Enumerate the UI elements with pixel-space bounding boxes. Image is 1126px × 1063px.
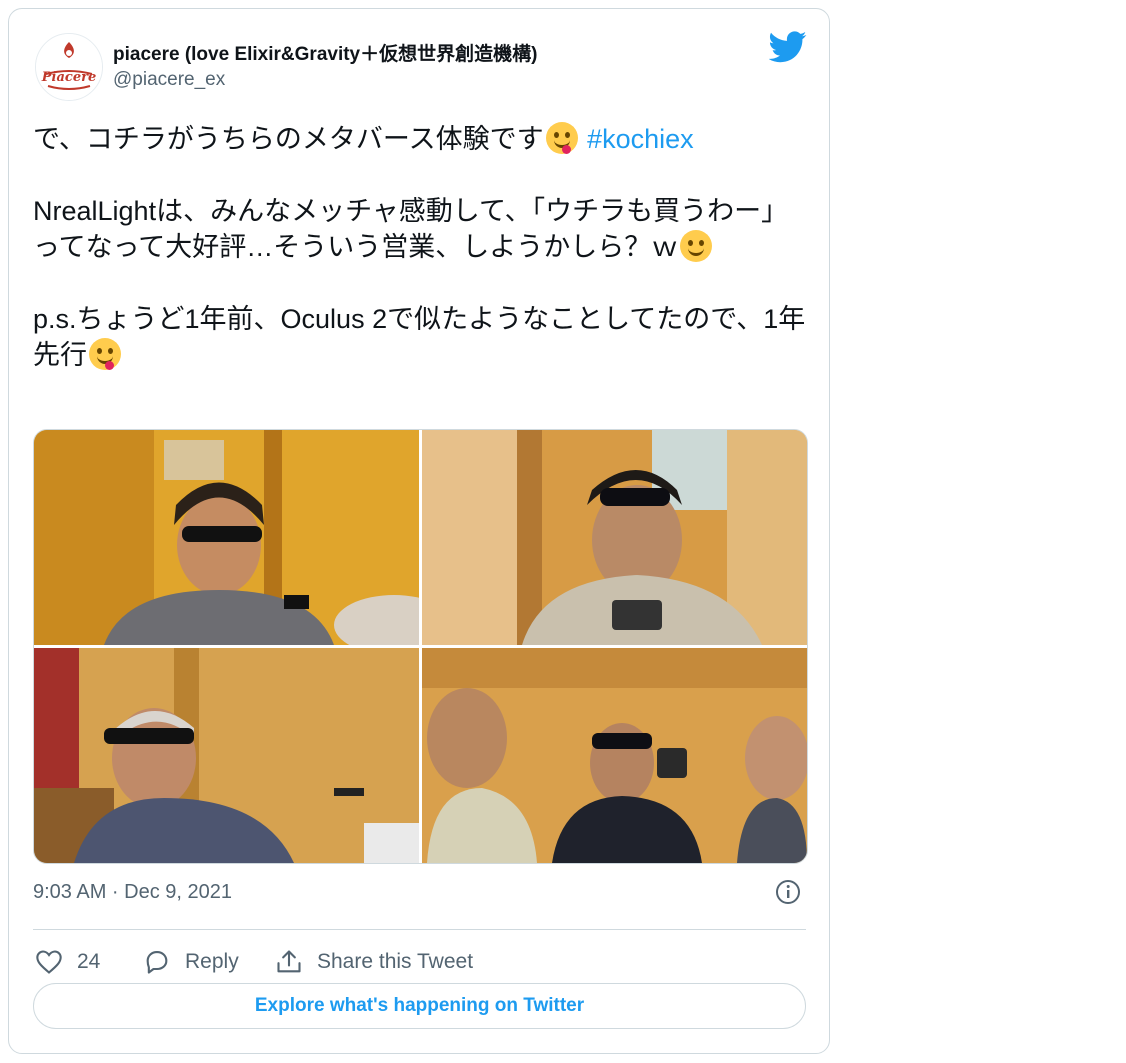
heart-icon: [36, 950, 62, 974]
author-avatar[interactable]: Piacere: [35, 33, 103, 101]
photo-4[interactable]: [422, 648, 807, 863]
author-name[interactable]: piacere (love Elixir&Gravity＋仮想世界創造機構): [113, 39, 537, 66]
share-label: Share this Tweet: [317, 950, 474, 973]
media-grid: [33, 429, 808, 864]
like-count: 24: [77, 950, 101, 973]
photo-1[interactable]: [34, 430, 419, 645]
avatar-logo: Piacere: [36, 34, 102, 100]
divider: [33, 929, 806, 930]
tweet-line-3: p.s.ちょうど1年前、Oculus 2で似たようなことしてたので、1年先行: [33, 304, 806, 370]
reply-label: Reply: [185, 950, 239, 973]
info-icon[interactable]: [775, 879, 801, 905]
tweet-line-1: で、コチラがうちらのメタバース体験です: [33, 124, 544, 154]
winking-face-with-tongue-emoji-icon: [89, 338, 121, 370]
explore-twitter-button[interactable]: Explore what's happening on Twitter: [33, 983, 806, 1029]
hashtag-link[interactable]: #kochiex: [587, 124, 694, 154]
tweet-card: Piacere piacere (love Elixir&Gravity＋仮想世…: [8, 8, 830, 1054]
reply-button[interactable]: Reply: [143, 945, 239, 979]
tweet-line-2: NrealLightは、みんなメッチャ感動して、「ウチラも買うわー」ってなって大…: [33, 196, 789, 262]
share-button[interactable]: Share this Tweet: [275, 945, 473, 979]
share-icon: [277, 950, 301, 973]
tweet-text: で、コチラがうちらのメタバース体験です #kochiex NrealLightは…: [33, 121, 813, 373]
face-savoring-food-emoji-icon: [545, 122, 578, 154]
like-button[interactable]: 24: [35, 945, 100, 979]
tweet-timestamp[interactable]: 9:03 AM · Dec 9, 2021: [33, 881, 232, 904]
reply-icon: [146, 951, 168, 974]
photo-3[interactable]: [34, 648, 419, 863]
twitter-bird-icon[interactable]: [769, 31, 807, 63]
photo-2[interactable]: [422, 430, 807, 645]
author-handle[interactable]: @piacere_ex: [113, 69, 225, 91]
winking-face-emoji-icon: [680, 230, 713, 262]
avatar-logo-text: Piacere: [41, 70, 96, 85]
